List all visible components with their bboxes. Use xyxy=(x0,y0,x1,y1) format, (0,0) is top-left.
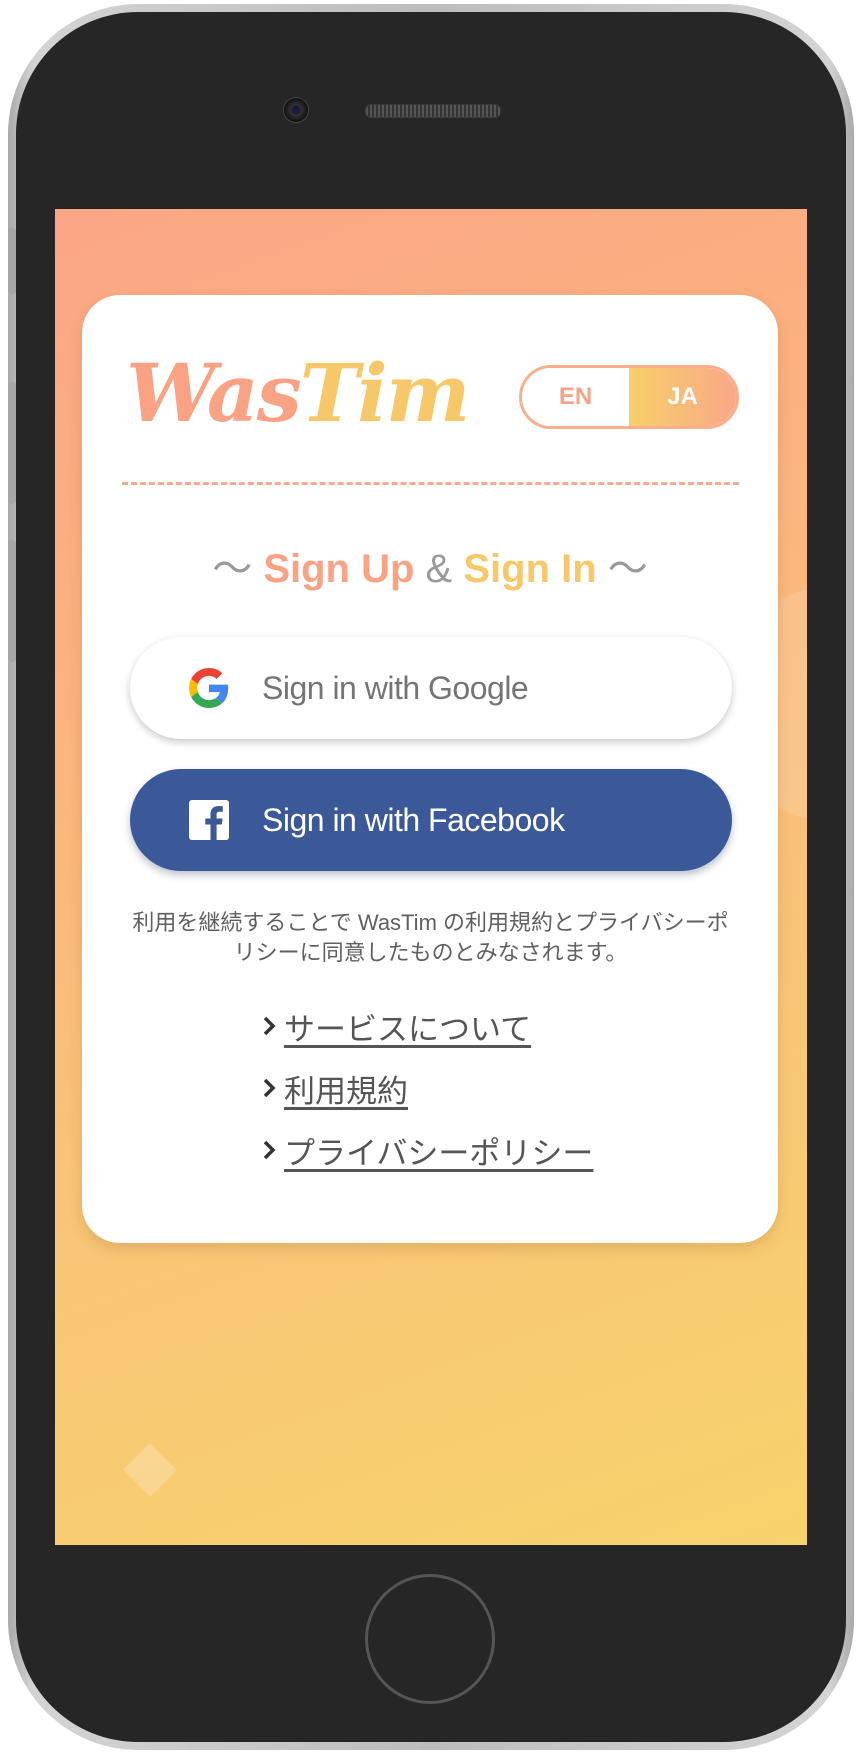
mute-switch xyxy=(8,228,16,294)
heading-ampersand: & xyxy=(425,547,453,591)
facebook-icon xyxy=(189,800,229,840)
link-privacy-policy[interactable]: プライバシーポリシー xyxy=(262,1119,742,1181)
language-option-ja[interactable]: JA xyxy=(629,368,736,426)
home-button[interactable] xyxy=(365,1574,495,1704)
volume-up-button xyxy=(8,382,16,504)
facebook-signin-label: Sign in with Facebook xyxy=(262,802,565,838)
link-privacy-policy-label[interactable]: プライバシーポリシー xyxy=(284,1128,593,1173)
heading-tilde-left: 〜 xyxy=(212,547,253,591)
google-icon xyxy=(189,668,229,708)
earpiece-speaker xyxy=(365,104,501,118)
link-terms-of-use-label[interactable]: 利用規約 xyxy=(284,1066,408,1111)
front-camera xyxy=(283,97,309,123)
link-terms-of-use[interactable]: 利用規約 xyxy=(262,1057,742,1119)
dashed-divider xyxy=(122,482,739,485)
background-diamond xyxy=(123,1443,177,1497)
facebook-signin-button[interactable]: Sign in with Facebook xyxy=(130,769,732,871)
logo-was: Was xyxy=(126,346,302,440)
language-option-en[interactable]: EN xyxy=(522,368,629,426)
info-links: サービスについて 利用規約 プライバシーポリシー xyxy=(262,995,742,1181)
heading-sign-in: Sign In xyxy=(463,547,597,591)
app-logo: WasTim xyxy=(126,343,471,443)
chevron-right-icon xyxy=(263,1078,276,1098)
google-signin-button[interactable]: Sign in with Google xyxy=(130,637,732,739)
terms-notice: 利用を継続することで WasTim の利用規約とプライバシーポリシーに同意したも… xyxy=(132,910,729,965)
chevron-right-icon xyxy=(263,1016,276,1036)
google-signin-label: Sign in with Google xyxy=(262,670,529,706)
heading-tilde-right: 〜 xyxy=(607,547,648,591)
language-toggle: EN JA xyxy=(519,365,739,429)
logo-tim: Tim xyxy=(299,346,471,440)
page-heading: 〜 Sign Up & Sign In 〜 xyxy=(82,545,778,593)
volume-down-button xyxy=(8,540,16,662)
link-about-service-label[interactable]: サービスについて xyxy=(284,1004,531,1049)
heading-sign-up: Sign Up xyxy=(263,547,415,591)
chevron-right-icon xyxy=(263,1140,276,1160)
app-screen: WasTim EN JA 〜 Sign Up & Sign In 〜 Sign … xyxy=(55,209,807,1545)
link-about-service[interactable]: サービスについて xyxy=(262,995,742,1057)
login-card: WasTim EN JA 〜 Sign Up & Sign In 〜 Sign … xyxy=(82,295,778,1243)
